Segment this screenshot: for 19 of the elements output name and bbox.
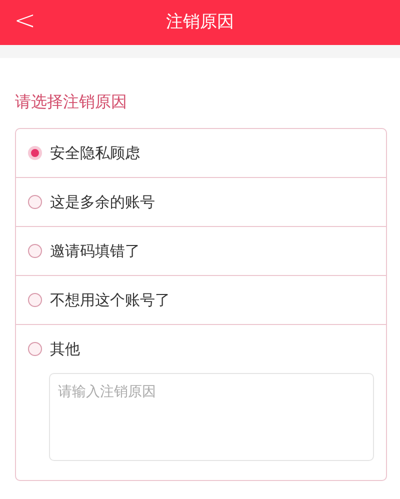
radio-button[interactable] (28, 244, 42, 258)
radio-button[interactable] (28, 342, 42, 356)
reason-label: 安全隐私顾虑 (50, 142, 140, 164)
radio-button[interactable] (28, 146, 42, 160)
reason-option[interactable]: 不想用这个账号了 (16, 276, 386, 324)
back-button[interactable]: < (14, 6, 36, 36)
radio-button[interactable] (28, 195, 42, 209)
reason-input[interactable]: 请输入注销原因 (49, 373, 374, 461)
page-title: 注销原因 (166, 10, 234, 34)
reason-label: 其他 (50, 338, 80, 360)
reason-label: 邀请码填错了 (50, 240, 140, 262)
section-title: 请选择注销原因 (15, 91, 128, 113)
reason-label: 这是多余的账号 (50, 192, 155, 213)
reason-label: 不想用这个账号了 (50, 290, 170, 311)
radio-button[interactable] (28, 293, 42, 307)
reason-option[interactable]: 邀请码填错了 (16, 227, 386, 275)
reason-option[interactable]: 这是多余的账号 (16, 178, 386, 226)
reason-option[interactable]: 其他 (16, 325, 386, 373)
reason-option[interactable]: 安全隐私顾虑 (16, 129, 386, 177)
